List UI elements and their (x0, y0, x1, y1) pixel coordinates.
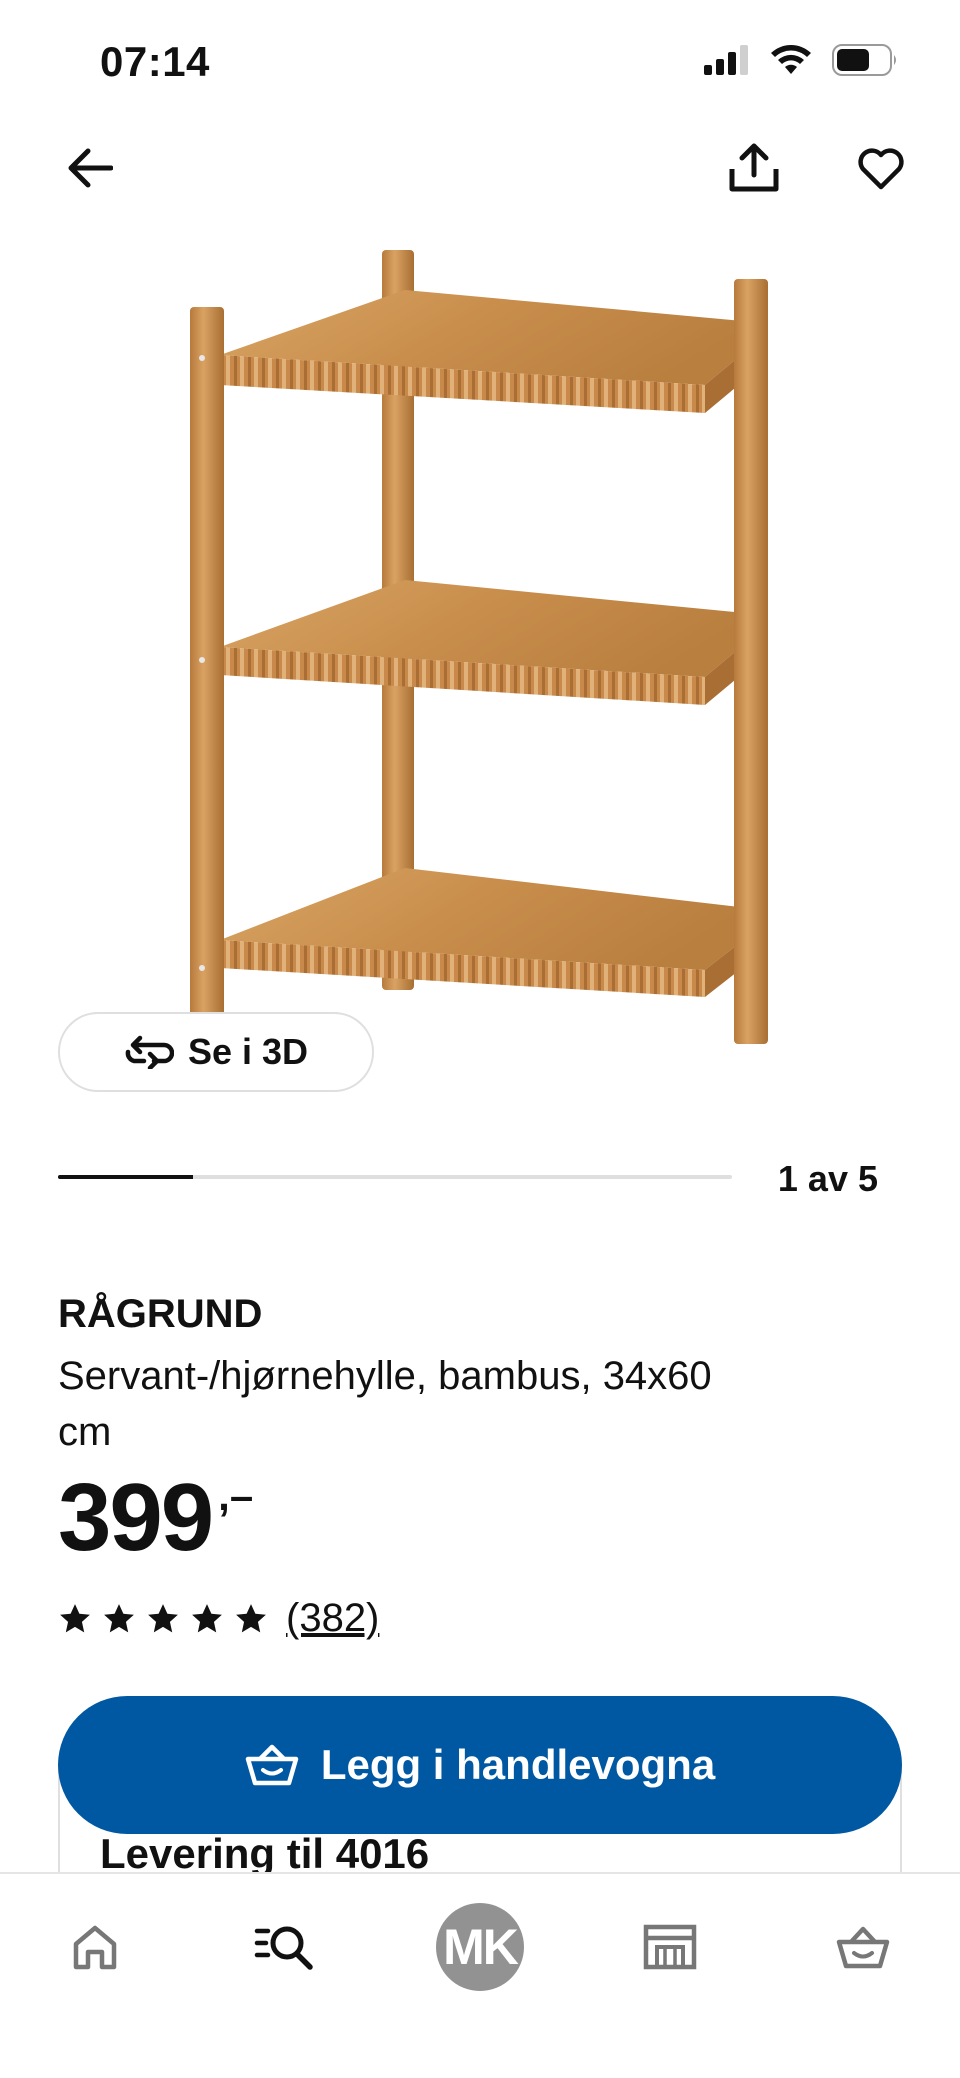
share-button[interactable] (718, 132, 790, 204)
gallery-progress (58, 1175, 732, 1179)
nav-home[interactable] (50, 1902, 140, 1992)
gallery-position: 1 av 5 (777, 1158, 878, 1199)
price-suffix: ,– (218, 1472, 254, 1519)
search-list-icon (254, 1926, 313, 1970)
star-icon (60, 1603, 90, 1632)
review-count-link[interactable]: (382) (286, 1596, 379, 1641)
price-value: 399 (58, 1464, 214, 1571)
star-icon (104, 1603, 134, 1632)
home-icon (73, 1925, 117, 1970)
store-icon (643, 1924, 697, 1970)
back-button[interactable] (54, 132, 126, 204)
favourite-button[interactable] (845, 132, 917, 204)
basket-icon (836, 1926, 890, 1969)
add-to-cart-button[interactable]: Legg i handlevogna (58, 1696, 902, 1834)
status-time: 07:14 (100, 38, 210, 85)
signal-icon (704, 45, 748, 75)
star-icon (148, 1603, 178, 1632)
product-image[interactable] (170, 235, 800, 1065)
star-icon (192, 1603, 222, 1632)
shelf-illustration (190, 250, 768, 1044)
star-icon (236, 1603, 266, 1632)
gallery-progress-fill (58, 1175, 193, 1179)
bottom-navigation: MK (0, 1872, 960, 2078)
nav-profile[interactable]: MK (435, 1902, 525, 1992)
product-name: RÅGRUND (58, 1292, 263, 1336)
nav-store[interactable] (625, 1902, 715, 1992)
profile-avatar: MK (436, 1903, 524, 1991)
add-to-cart-label: Legg i handlevogna (320, 1741, 716, 1788)
product-price: 399 ,– (58, 1470, 253, 1566)
battery-icon (832, 44, 896, 76)
product-rating[interactable]: (382) (58, 1596, 379, 1641)
product-description: Servant-/hjørnehylle, bambus, 34x60 cm (58, 1354, 712, 1454)
basket-icon (245, 1744, 299, 1786)
share-icon (729, 143, 779, 192)
back-arrow-icon (68, 148, 113, 188)
status-icons (704, 44, 898, 76)
delivery-text: Levering til 4016 (100, 1830, 430, 1877)
heart-icon (858, 148, 904, 190)
see-in-3d-label: Se i 3D (187, 1031, 309, 1072)
see-in-3d-button[interactable]: Se i 3D (58, 1012, 374, 1092)
wifi-icon (771, 45, 811, 74)
nav-search[interactable] (240, 1902, 330, 1992)
rotate-3d-icon (125, 1035, 174, 1069)
nav-basket[interactable] (818, 1902, 908, 1992)
